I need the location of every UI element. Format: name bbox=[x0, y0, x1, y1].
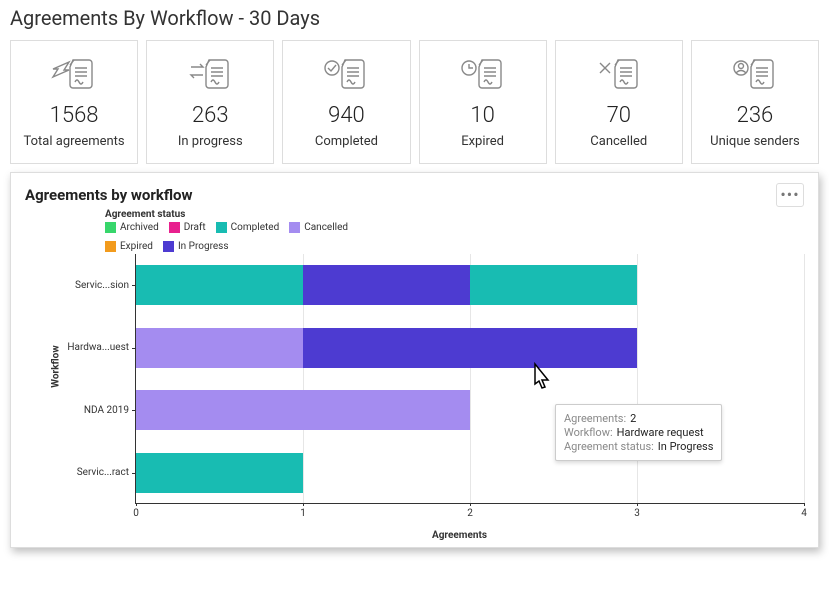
bar-segment[interactable] bbox=[303, 328, 637, 368]
stat-value: 70 bbox=[607, 103, 631, 128]
legend-label: Expired bbox=[120, 241, 153, 252]
user-icon bbox=[732, 55, 778, 97]
more-options-button[interactable]: ••• bbox=[776, 183, 804, 207]
chart-plot-area[interactable]: Workflow Servic...sionHardwa...uestNDA 2… bbox=[75, 254, 804, 504]
stat-label: Expired bbox=[461, 134, 504, 149]
bar-segment[interactable] bbox=[136, 265, 303, 305]
legend-item[interactable]: Archived bbox=[105, 222, 159, 233]
bar-segment-overflow[interactable] bbox=[470, 265, 637, 305]
x-tick: 2 bbox=[467, 508, 473, 519]
completed-icon bbox=[323, 55, 369, 97]
stat-label: Completed bbox=[315, 134, 378, 149]
chart-card: Agreements by workflow ••• Agreement sta… bbox=[10, 172, 819, 548]
x-tick: 1 bbox=[300, 508, 306, 519]
bar-row[interactable] bbox=[136, 453, 303, 493]
stat-completed: 940 Completed bbox=[282, 40, 410, 164]
legend-label: Completed bbox=[231, 222, 280, 233]
stats-row: 1568 Total agreements 263 In progress bbox=[10, 40, 819, 164]
legend-label: Draft bbox=[184, 222, 206, 233]
page-title: Agreements By Workflow - 30 Days bbox=[10, 6, 819, 30]
bar-row[interactable] bbox=[136, 328, 637, 368]
category-label: NDA 2019 bbox=[75, 379, 135, 442]
legend-label: In Progress bbox=[178, 241, 229, 252]
stat-label: In progress bbox=[178, 134, 243, 149]
stat-value: 1568 bbox=[50, 103, 99, 128]
legend-item[interactable]: In Progress bbox=[163, 241, 229, 252]
expired-icon bbox=[460, 55, 506, 97]
stat-label: Unique senders bbox=[710, 134, 800, 149]
bar-segment[interactable] bbox=[303, 265, 470, 305]
legend-label: Cancelled bbox=[304, 222, 348, 233]
legend-item[interactable]: Draft bbox=[169, 222, 206, 233]
stat-value: 263 bbox=[192, 103, 229, 128]
legend-item[interactable]: Cancelled bbox=[289, 222, 348, 233]
bar-row[interactable] bbox=[136, 390, 470, 430]
x-tick: 3 bbox=[634, 508, 640, 519]
stat-label: Cancelled bbox=[590, 134, 647, 149]
cancelled-icon bbox=[596, 55, 642, 97]
stat-value: 236 bbox=[737, 103, 774, 128]
chart-legend: Agreement status Archived Draft Completed C… bbox=[105, 209, 804, 252]
legend-swatch bbox=[216, 222, 227, 233]
chart-tooltip: Agreements:2 Workflow:Hardware request A… bbox=[555, 404, 722, 461]
send-icon bbox=[51, 55, 97, 97]
bar-row[interactable] bbox=[136, 265, 637, 305]
stat-value: 940 bbox=[328, 103, 365, 128]
stat-in-progress: 263 In progress bbox=[146, 40, 274, 164]
legend-item[interactable]: Expired bbox=[105, 241, 153, 252]
legend-swatch bbox=[289, 222, 300, 233]
bar-segment[interactable] bbox=[136, 328, 303, 368]
legend-title: Agreement status bbox=[105, 209, 804, 220]
stat-label: Total agreements bbox=[24, 134, 125, 149]
legend-swatch bbox=[105, 241, 116, 252]
stat-value: 10 bbox=[470, 103, 494, 128]
legend-swatch bbox=[169, 222, 180, 233]
category-label: Hardwa...uest bbox=[75, 317, 135, 380]
y-axis-label: Workflow bbox=[51, 345, 62, 387]
x-tick: 0 bbox=[133, 508, 139, 519]
legend-swatch bbox=[163, 241, 174, 252]
bar-segment[interactable] bbox=[136, 453, 303, 493]
stat-total-agreements: 1568 Total agreements bbox=[10, 40, 138, 164]
bar-segment[interactable] bbox=[136, 390, 470, 430]
stat-expired: 10 Expired bbox=[419, 40, 547, 164]
chart-title: Agreements by workflow bbox=[25, 186, 193, 204]
more-icon: ••• bbox=[780, 192, 799, 198]
category-label: Servic...sion bbox=[75, 254, 135, 317]
legend-label: Archived bbox=[120, 222, 159, 233]
stat-cancelled: 70 Cancelled bbox=[555, 40, 683, 164]
x-axis-label: Agreements bbox=[115, 530, 804, 541]
legend-item[interactable]: Completed bbox=[216, 222, 280, 233]
stat-unique-senders: 236 Unique senders bbox=[691, 40, 819, 164]
legend-swatch bbox=[105, 222, 116, 233]
x-tick: 4 bbox=[801, 508, 807, 519]
progress-icon bbox=[187, 55, 233, 97]
category-label: Servic...ract bbox=[75, 442, 135, 505]
